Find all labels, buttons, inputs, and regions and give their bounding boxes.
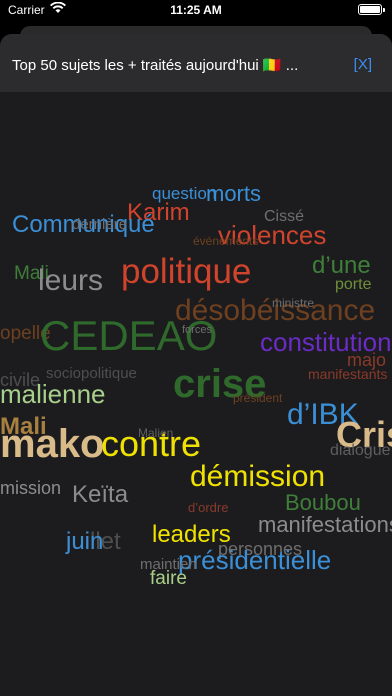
cloud-word: manifestants [308,366,388,382]
cloud-word: ministre [272,296,315,310]
word-cloud: question morts Karim Cissé Communiqué de… [0,92,392,696]
battery-icon [358,4,385,15]
modal-sheet: Top 50 sujets les + traités aujourd'hui … [0,34,392,696]
sheet-header: Top 50 sujets les + traités aujourd'hui … [0,34,392,92]
close-button[interactable]: [X] [354,56,372,73]
cloud-word: d’une [312,252,371,279]
cloud-word: présidentielle [178,545,332,575]
cloud-word: Keïta [72,481,129,508]
cloud-word: malienne [0,379,106,409]
cloud-word: dialogue [330,442,391,459]
cloud-word: président [233,391,283,405]
cloud-word: Malien [138,426,174,440]
cloud-word: politique [121,252,252,291]
cloud-word: d’ordre [188,500,229,515]
cloud-word: mako [0,422,105,466]
cloud-word: mission [0,478,62,498]
cloud-word: forces [182,324,212,336]
cloud-word: événements [193,234,259,248]
cloud-word: faire [150,568,187,589]
cloud-word: leurs [38,264,104,297]
cloud-word: porte [335,276,372,293]
clock: 11:25 AM [170,3,222,17]
cloud-word: Boubou [285,490,361,515]
cloud-word: CEDEAO [40,312,218,359]
sheet-title: Top 50 sujets les + traités aujourd'hui … [12,57,299,74]
cloud-word: juin [66,528,104,555]
status-bar: Carrier 11:25 AM [0,0,392,22]
cloud-word: morts [206,181,261,206]
cloud-word: dernière [72,216,128,233]
cloud-word: démission [190,460,326,493]
cloud-word: manifestations [258,512,392,537]
